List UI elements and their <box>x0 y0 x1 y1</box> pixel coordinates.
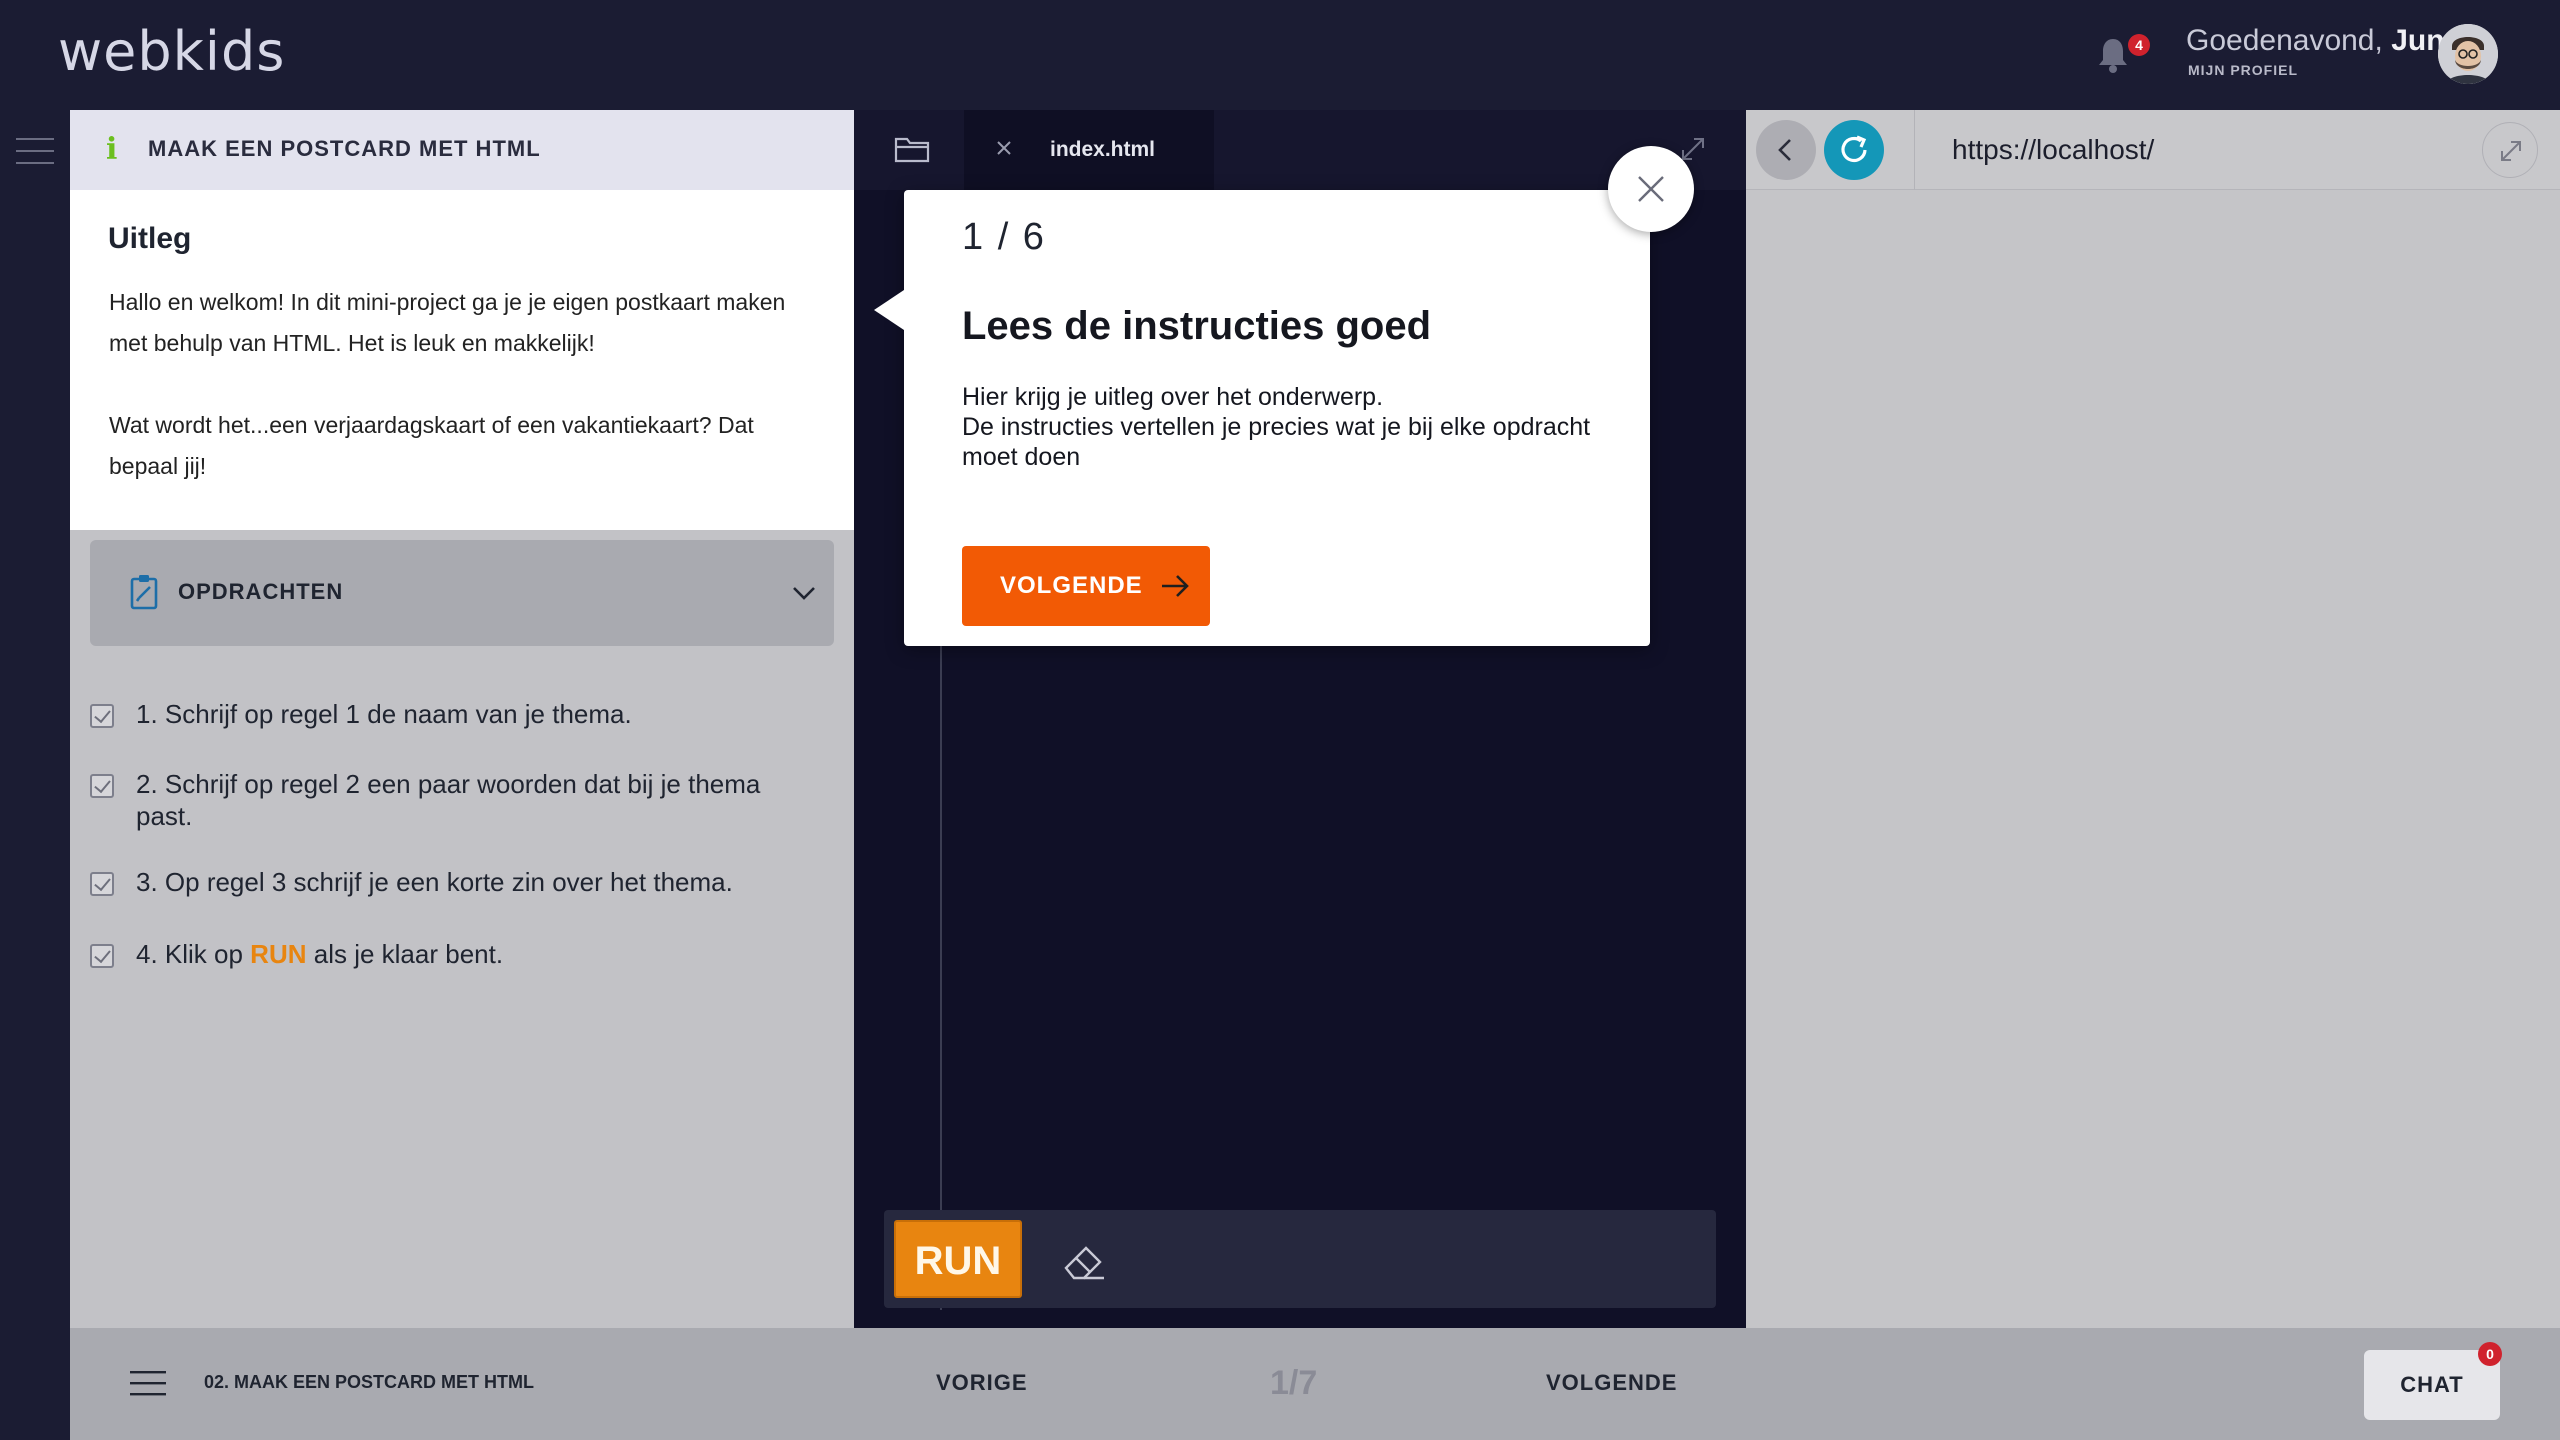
task-text-part: als je klaar bent. <box>306 939 504 969</box>
lesson-title: MAAK EEN POSTCARD MET HTML <box>148 136 541 161</box>
folder-icon[interactable] <box>894 134 930 164</box>
chevron-down-icon <box>793 587 815 600</box>
chat-count-badge: 0 <box>2478 1342 2502 1366</box>
reload-button[interactable] <box>1824 120 1884 180</box>
top-bar: webkids 4 Goedenavond, Jun MIJN PROFIEL <box>0 0 2560 110</box>
info-icon: i <box>106 132 118 167</box>
file-tab[interactable]: index.html <box>964 110 1214 190</box>
clipboard-icon <box>130 575 158 610</box>
url-field[interactable]: https://localhost/ <box>1952 134 2154 166</box>
previous-button[interactable]: VORIGE <box>936 1370 1028 1396</box>
expand-icon <box>2501 141 2521 161</box>
side-menu-button[interactable] <box>16 136 54 166</box>
expand-preview-button[interactable] <box>2482 122 2538 178</box>
task-text: 3. Op regel 3 schrijf je een korte zin o… <box>136 867 733 897</box>
notifications-button[interactable]: 4 <box>2092 32 2150 76</box>
close-tab-icon[interactable] <box>994 138 1014 158</box>
next-button[interactable]: VOLGENDE <box>1546 1370 1677 1396</box>
tour-title: Lees de instructies goed <box>962 304 1432 348</box>
left-rail <box>0 110 70 1440</box>
browser-preview: https://localhost/ <box>1746 110 2560 1328</box>
page-indicator: 1/7 <box>1270 1364 1318 1402</box>
task-checkbox[interactable] <box>90 704 114 728</box>
tour-popover: 1 / 6 Lees de instructies goed Hier krij… <box>874 190 1650 646</box>
chat-label: CHAT <box>2400 1372 2464 1397</box>
task-text-part: 4. Klik op <box>136 939 251 969</box>
intro-paragraph: Hallo en welkom! In dit mini-project ga … <box>109 289 786 356</box>
file-tab-name: index.html <box>1050 138 1156 161</box>
browser-bar: https://localhost/ <box>1746 110 2560 190</box>
webkids-logo[interactable]: webkids <box>58 20 285 83</box>
hamburger-icon <box>130 1371 166 1396</box>
tour-pointer <box>874 290 904 330</box>
run-button[interactable]: RUN <box>894 1220 1022 1298</box>
run-toolbar: RUN <box>884 1210 1716 1308</box>
chevron-left-icon <box>1778 139 1791 161</box>
tour-next-button[interactable]: VOLGENDE <box>962 546 1210 626</box>
task-checkbox[interactable] <box>90 774 114 798</box>
back-button[interactable] <box>1756 120 1816 180</box>
arrow-right-icon <box>1162 575 1189 597</box>
tour-body-line: Hier krijg je uitleg over het onderwerp. <box>962 383 1384 411</box>
bell-icon <box>2099 39 2127 73</box>
greeting: Goedenavond, Jun <box>2186 24 2445 58</box>
task-text: 2. Schrijf op regel 2 een paar woorden d… <box>136 769 761 831</box>
lesson-header: i MAAK EEN POSTCARD MET HTML <box>70 110 854 190</box>
user-name: Jun <box>2391 24 2445 57</box>
tour-body-line: De instructies vertellen je precies wat … <box>962 413 1591 471</box>
eraser-icon[interactable] <box>1060 1236 1108 1284</box>
greeting-prefix: Goedenavond, <box>2186 24 2383 57</box>
tour-next-label: VOLGENDE <box>1000 572 1143 599</box>
run-keyword: RUN <box>250 939 307 969</box>
intro-heading: Uitleg <box>108 222 192 255</box>
close-icon <box>1638 176 1664 202</box>
tasks-heading: OPDRACHTEN <box>178 579 344 604</box>
user-avatar-icon <box>2438 24 2498 84</box>
refresh-icon <box>1841 135 1867 163</box>
tour-close-button[interactable] <box>1608 146 1694 232</box>
tour-body: Hier krijg je uitleg over het onderwerp.… <box>962 382 1622 472</box>
task-checkbox[interactable] <box>90 872 114 896</box>
lesson-name: 02. MAAK EEN POSTCARD MET HTML <box>204 1372 535 1392</box>
lesson-menu-button[interactable] <box>130 1370 166 1396</box>
tour-step-counter: 1 / 6 <box>962 216 1046 258</box>
tasks-accordion[interactable]: OPDRACHTEN <box>90 540 834 646</box>
avatar[interactable] <box>2438 24 2498 84</box>
chat-button[interactable]: CHAT 0 <box>2364 1342 2502 1420</box>
intro-paragraph: Wat wordt het...een verjaardagskaart of … <box>109 412 754 479</box>
notification-count-badge: 4 <box>2128 34 2150 56</box>
bottom-bar: 02. MAAK EEN POSTCARD MET HTML VORIGE 1/… <box>70 1328 2560 1440</box>
task-text: 1. Schrijf op regel 1 de naam van je the… <box>136 699 632 729</box>
my-profile-link[interactable]: MIJN PROFIEL <box>2188 62 2298 78</box>
hamburger-icon <box>16 138 54 164</box>
task-checkbox[interactable] <box>90 944 114 968</box>
url-divider <box>1914 110 1915 190</box>
task-text: 4. Klik op RUN als je klaar bent. <box>136 938 796 970</box>
tasks-panel: OPDRACHTEN 1. Schrijf op regel 1 de naam… <box>70 530 854 1328</box>
lesson-intro: Uitleg Hallo en welkom! In dit mini-proj… <box>70 190 854 530</box>
